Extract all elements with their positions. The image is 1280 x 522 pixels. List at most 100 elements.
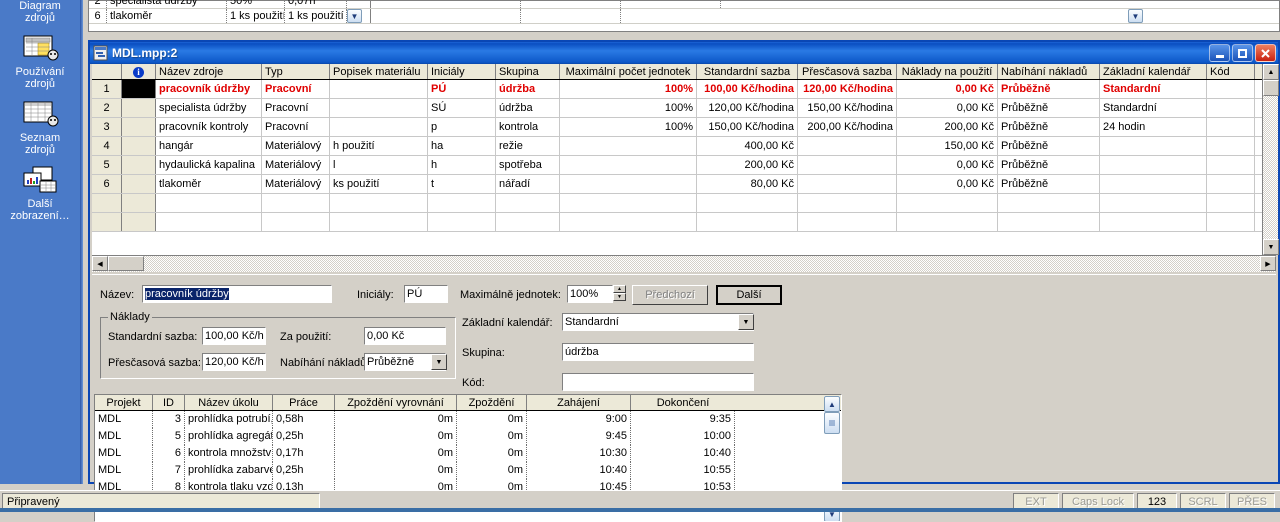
cell-start[interactable]: 9:45 xyxy=(527,428,631,445)
otrate-input[interactable]: 120,00 Kč/h xyxy=(202,353,266,371)
stepper-up-icon[interactable]: ▲ xyxy=(613,285,626,293)
hscroll-track[interactable] xyxy=(144,256,1260,272)
cell-name[interactable]: pracovník kontroly xyxy=(156,118,262,136)
scroll-down-button[interactable]: ▼ xyxy=(1263,239,1279,255)
cell-group[interactable]: režie xyxy=(496,137,560,155)
column-header-type[interactable]: Typ xyxy=(262,64,330,79)
cell-stdrate[interactable]: 120,00 Kč/hodina xyxy=(697,99,798,117)
cell-calendar[interactable] xyxy=(1100,175,1207,193)
view-bar-item-more-views[interactable]: Další zobrazení… xyxy=(0,164,80,226)
cell-id[interactable]: 6 xyxy=(153,445,185,462)
bg-scroll-down-button-2[interactable]: ▼ xyxy=(721,9,1161,23)
table-row[interactable]: MDL7prohlídka zabarvení sil0,25h0m0m10:4… xyxy=(95,462,841,479)
cell-leveling_delay[interactable]: 0m xyxy=(335,445,457,462)
cell-maxunits[interactable]: 100% xyxy=(560,118,697,136)
table-row[interactable]: 4 hangár Materiálový h použití ha režie 400,00… xyxy=(92,137,1276,156)
column-header-code[interactable]: Kód xyxy=(1207,64,1255,79)
cell-group[interactable]: údržba xyxy=(496,99,560,117)
cell-calendar[interactable] xyxy=(1100,194,1207,212)
cell-indicator[interactable] xyxy=(122,80,156,98)
cell-indicator[interactable] xyxy=(122,175,156,193)
cell-initials[interactable]: h xyxy=(428,156,496,174)
cell-rownum[interactable]: 5 xyxy=(92,156,122,174)
cell-accrue[interactable]: Průběžně xyxy=(998,99,1100,117)
cell-group[interactable] xyxy=(496,194,560,212)
cell-initials[interactable]: t xyxy=(428,175,496,193)
cell-calendar[interactable]: Standardní xyxy=(1100,99,1207,117)
column-header-taskname[interactable]: Název úkolu xyxy=(185,395,273,410)
cell-rownum[interactable]: 3 xyxy=(92,118,122,136)
cell-indicator[interactable] xyxy=(122,99,156,117)
cell-otrate[interactable]: 150,00 Kč/hodina xyxy=(798,99,897,117)
cell-type[interactable] xyxy=(262,213,330,231)
scroll-up-button[interactable]: ▲ xyxy=(824,396,840,412)
table-row[interactable] xyxy=(92,194,1276,213)
cell-stdrate[interactable]: 100,00 Kč/hodina xyxy=(697,80,798,98)
resource-sheet-vscrollbar[interactable]: ▲ ▼ xyxy=(1262,64,1279,255)
column-header-leveling-delay[interactable]: Zpoždění vyrovnání xyxy=(335,395,457,410)
cell-name[interactable] xyxy=(156,213,262,231)
cell-type[interactable]: Pracovní xyxy=(262,99,330,117)
previous-button[interactable]: Předchozí xyxy=(632,285,708,305)
group-input[interactable]: údržba xyxy=(562,343,754,361)
cell-accrue[interactable]: Průběžně xyxy=(998,156,1100,174)
cell-project[interactable]: MDL xyxy=(95,445,153,462)
scroll-right-button[interactable]: ▶ xyxy=(1260,256,1276,271)
cell-type[interactable]: Materiálový xyxy=(262,137,330,155)
table-row[interactable]: 3 pracovník kontroly Pracovní p kontrola 100%… xyxy=(92,118,1276,137)
cell-work[interactable]: 0,25h xyxy=(273,462,335,479)
stdrate-input[interactable]: 100,00 Kč/h xyxy=(202,327,266,345)
hscroll-thumb[interactable] xyxy=(108,256,144,271)
cell-accrue[interactable]: Průběžně xyxy=(998,118,1100,136)
cell-rownum[interactable] xyxy=(92,213,122,231)
close-button[interactable] xyxy=(1255,44,1276,62)
cell-otrate[interactable] xyxy=(798,156,897,174)
chevron-down-icon[interactable]: ▼ xyxy=(431,354,447,370)
cell-work[interactable]: 0,58h xyxy=(273,411,335,428)
cell-maxunits[interactable] xyxy=(560,137,697,155)
cell-accrue[interactable]: Průběžně xyxy=(998,137,1100,155)
cell-type[interactable]: Pracovní xyxy=(262,80,330,98)
cell-usecost[interactable]: 200,00 Kč xyxy=(897,118,998,136)
cell-rownum[interactable]: 2 xyxy=(92,99,122,117)
cell-usecost[interactable] xyxy=(897,213,998,231)
cell-initials[interactable]: p xyxy=(428,118,496,136)
cell-accrue[interactable] xyxy=(998,194,1100,212)
table-row[interactable]: MDL5prohlídka agregátů HS0,25h0m0m9:4510… xyxy=(95,428,841,445)
cell-otrate[interactable]: 120,00 Kč/hodina xyxy=(798,80,897,98)
minimize-button[interactable] xyxy=(1209,44,1230,62)
cell-indicator[interactable] xyxy=(122,137,156,155)
cell-material[interactable] xyxy=(330,99,428,117)
view-bar-item-resource-sheet[interactable]: Seznam zdrojů xyxy=(0,98,80,160)
column-header-finish[interactable]: Dokončení xyxy=(631,395,735,410)
cell-usecost[interactable] xyxy=(897,194,998,212)
cell-stdrate[interactable]: 80,00 Kč xyxy=(697,175,798,193)
resource-sheet-grid[interactable]: i Název zdroje Typ Popisek materiálu Ini… xyxy=(92,64,1276,255)
cell-project[interactable]: MDL xyxy=(95,428,153,445)
column-header-indicator[interactable]: i xyxy=(122,64,156,79)
cell-type[interactable]: Materiálový xyxy=(262,175,330,193)
column-header-start[interactable]: Zahájení xyxy=(527,395,631,410)
cell-material[interactable] xyxy=(330,118,428,136)
column-header-rownum[interactable] xyxy=(92,64,122,79)
cell-maxunits[interactable]: 100% xyxy=(560,80,697,98)
cell-project[interactable]: MDL xyxy=(95,462,153,479)
cell-stdrate[interactable] xyxy=(697,213,798,231)
cell-accrue[interactable]: Průběžně xyxy=(998,80,1100,98)
cell-work[interactable]: 0,17h xyxy=(273,445,335,462)
cell-code[interactable] xyxy=(1207,80,1255,98)
column-header-calendar[interactable]: Základní kalendář xyxy=(1100,64,1207,79)
cell-id[interactable]: 7 xyxy=(153,462,185,479)
cell-group[interactable]: údržba xyxy=(496,80,560,98)
table-row[interactable]: 2 specialista údržby Pracovní SÚ údržba 100% 1… xyxy=(92,99,1276,118)
cell-delay[interactable]: 0m xyxy=(457,428,527,445)
resource-sheet-hscrollbar[interactable]: ◀ ▶ xyxy=(92,255,1276,272)
cell-type[interactable]: Pracovní xyxy=(262,118,330,136)
cell-usecost[interactable]: 0,00 Kč xyxy=(897,80,998,98)
cell-leveling_delay[interactable]: 0m xyxy=(335,411,457,428)
cell-finish[interactable]: 10:40 xyxy=(631,445,735,462)
scroll-up-button[interactable]: ▲ xyxy=(1263,64,1279,80)
cell-usecost[interactable]: 0,00 Kč xyxy=(897,99,998,117)
cell-stdrate[interactable]: 400,00 Kč xyxy=(697,137,798,155)
cell-project[interactable]: MDL xyxy=(95,411,153,428)
